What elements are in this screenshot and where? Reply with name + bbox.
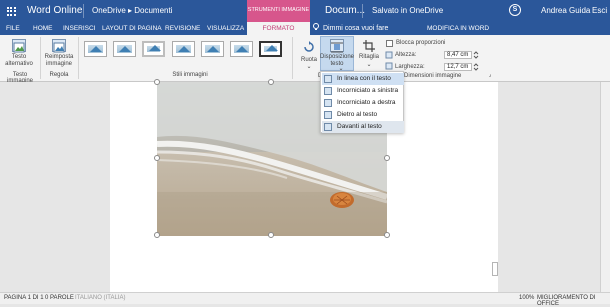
styles-group-label: Stili immagini [172, 72, 208, 78]
status-bar: PAGINA 1 DI 1 0 PAROLE ITALIANO (ITALIA)… [0, 292, 610, 307]
wrap-left-label: Incorniciato a sinistra [337, 87, 399, 94]
word-count: 0 PAROLE [45, 295, 74, 301]
resize-handle-left[interactable] [154, 155, 160, 161]
wrap-text-icon [330, 39, 344, 53]
picture-style-6[interactable] [230, 41, 253, 57]
picture-style-7[interactable] [259, 41, 282, 57]
picture-style-2[interactable] [113, 41, 136, 57]
lock-ratio-label: Blocca proporzioni [396, 40, 446, 46]
user-name[interactable]: Andrea Guida [541, 6, 590, 15]
picture-tools-header: STRUMENTI IMMAGINE [247, 0, 310, 22]
edit-in-word-button[interactable]: MODIFICA IN WORD [427, 25, 489, 32]
in-front-option[interactable]: Davanti al testo [322, 121, 404, 133]
signout-link[interactable]: Esci [592, 6, 607, 15]
improve-office-link[interactable]: MIGLIORAMENTO DI OFFICE [537, 295, 610, 307]
resize-handle-bottom-left[interactable] [154, 232, 160, 238]
resize-handle-bottom[interactable] [268, 232, 274, 238]
tab-file[interactable]: FILE [6, 25, 20, 32]
width-field[interactable]: 12,7 cm [444, 63, 472, 71]
width-icon [385, 62, 393, 70]
app-name[interactable]: Word Online [27, 5, 82, 16]
document-title[interactable]: Docum... [325, 5, 365, 16]
in-front-icon [324, 123, 332, 131]
wrap-right-option[interactable]: Incorniciato a destra [322, 97, 404, 109]
group-separator [78, 37, 79, 79]
skype-icon[interactable]: S [509, 4, 521, 16]
wrap-left-icon [324, 87, 332, 95]
picture-style-1[interactable] [84, 41, 107, 57]
save-status: Salvato in OneDrive [372, 6, 444, 15]
ribbon: Testo alternativo Testo immagine Reimpos… [0, 35, 610, 84]
height-label: Altezza: [395, 52, 417, 58]
wrap-text-menu: In linea con il testo Incorniciato a sin… [320, 71, 404, 133]
rotate-icon[interactable] [303, 41, 315, 53]
wrap-right-label: Incorniciato a destra [337, 99, 396, 106]
wrap-inline-option[interactable]: In linea con il testo [322, 73, 404, 85]
width-spinner-icon[interactable] [473, 63, 479, 71]
title-separator [362, 4, 363, 18]
tab-home[interactable]: HOME [33, 25, 53, 32]
wrap-inline-label: In linea con il testo [337, 75, 391, 82]
alt-text-icon[interactable] [12, 39, 26, 53]
tell-me-text: Dimmi cosa vuoi fare [323, 25, 389, 32]
crop-button[interactable]: Ritaglia [358, 54, 380, 60]
picture-style-3[interactable] [142, 41, 165, 57]
picture-style-4[interactable] [172, 41, 195, 57]
context-group-label: STRUMENTI IMMAGINE [247, 7, 310, 13]
behind-text-option[interactable]: Dietro al testo [322, 109, 404, 121]
breadcrumb[interactable]: OneDrive ▸ Documenti [92, 6, 173, 15]
resize-handle-top-left[interactable] [154, 79, 160, 85]
tab-format-label: FORMATO [262, 25, 295, 32]
waffle-icon [6, 6, 16, 16]
inline-icon [324, 75, 332, 83]
behind-text-label: Dietro al testo [337, 111, 378, 118]
tab-view[interactable]: VISUALIZZA [207, 25, 244, 32]
height-icon [385, 51, 393, 59]
page-scroll-thumb[interactable] [492, 262, 498, 276]
title-separator [83, 4, 84, 18]
size-group-label: Dimensioni immagine [404, 73, 462, 79]
reset-picture-icon[interactable] [52, 39, 66, 53]
app-launcher-button[interactable] [0, 0, 22, 22]
tab-review[interactable]: REVISIONE [165, 25, 200, 32]
resize-handle-top[interactable] [268, 79, 274, 85]
picture-style-5[interactable] [201, 41, 224, 57]
tab-insert[interactable]: INSERISCI [63, 25, 96, 32]
reset-picture-button[interactable]: Reimposta immagine [40, 54, 78, 68]
height-field[interactable]: 8,47 cm [444, 51, 472, 59]
group-separator [292, 37, 293, 79]
tab-format[interactable]: FORMATO [247, 22, 310, 35]
page-count: PAGINA 1 DI 1 [4, 295, 44, 301]
wrap-left-option[interactable]: Incorniciato a sinistra [322, 85, 404, 97]
vertical-scrollbar[interactable] [600, 82, 610, 292]
height-spinner-icon[interactable] [473, 51, 479, 59]
ribbon-tabs: FILE HOME INSERISCI LAYOUT DI PAGINA REV… [0, 22, 610, 35]
crop-dropdown-caret[interactable]: ⌄ [358, 61, 380, 68]
adjust-group-label: Regola [49, 72, 69, 78]
tell-me-box[interactable]: Dimmi cosa vuoi fare [312, 23, 388, 32]
size-dialog-launcher[interactable]: ⌟ [486, 71, 494, 78]
lightbulb-icon [313, 23, 319, 30]
resize-handle-bottom-right[interactable] [384, 232, 390, 238]
tab-page-layout[interactable]: LAYOUT DI PAGINA [102, 25, 162, 32]
resize-handle-right[interactable] [384, 155, 390, 161]
in-front-label: Davanti al testo [337, 123, 382, 130]
zoom-level[interactable]: 100% [519, 295, 534, 301]
behind-text-icon [324, 111, 332, 119]
crop-icon[interactable] [363, 40, 375, 52]
alt-text-button[interactable]: Testo alternativo [1, 54, 37, 68]
rotate-dropdown-caret[interactable]: ⌄ [299, 63, 319, 70]
wrap-right-icon [324, 99, 332, 107]
language[interactable]: ITALIANO (ITALIA) [75, 295, 125, 301]
lock-ratio-checkbox[interactable] [386, 40, 393, 47]
width-label: Larghezza: [395, 64, 425, 70]
